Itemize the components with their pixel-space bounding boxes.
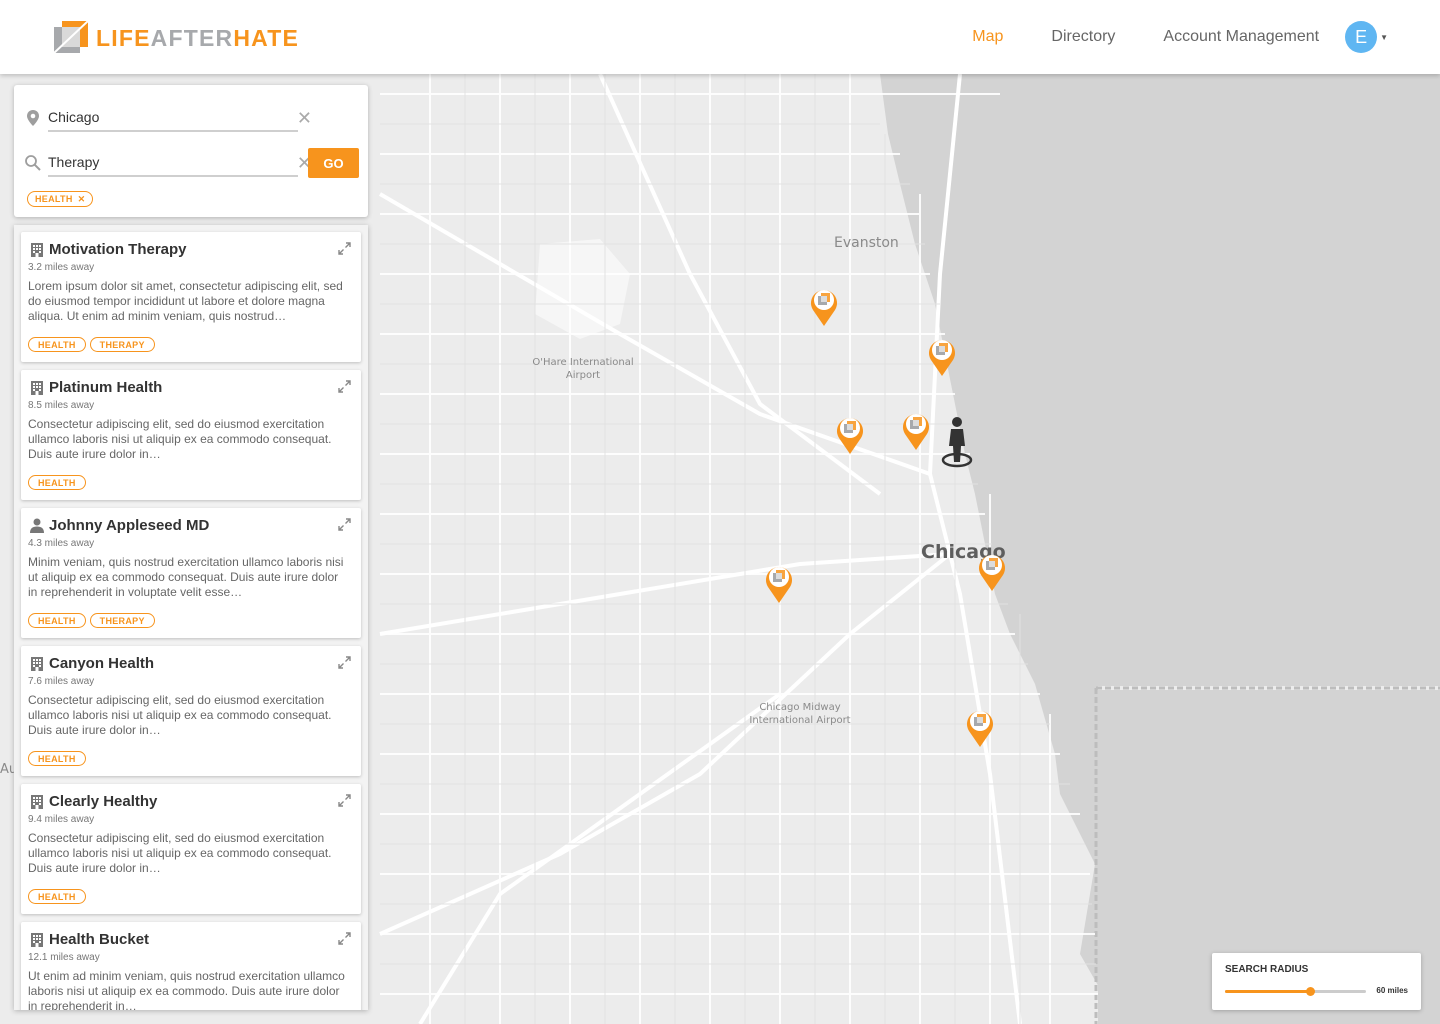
chevron-down-icon[interactable]: ▼ [1380, 33, 1388, 42]
result-tags: HEALTH [28, 475, 86, 490]
result-distance: 8.5 miles away [28, 400, 95, 411]
result-card[interactable]: Health Bucket 12.1 miles away Ut enim ad m… [21, 922, 361, 1010]
radius-value: 60 miles [1376, 986, 1408, 995]
result-tags: HEALTH [28, 751, 86, 766]
result-description: Minim veniam, quis nostrud exercitation … [28, 555, 344, 599]
radius-slider-track[interactable] [1225, 987, 1366, 996]
map-pin-icon[interactable] [809, 285, 839, 327]
result-distance: 9.4 miles away [28, 814, 95, 825]
brand-name: LIFEAFTERHATE [96, 25, 299, 52]
result-distance: 12.1 miles away [28, 952, 100, 963]
result-description: Consectetur adipiscing elit, sed do eius… [28, 831, 332, 875]
nav-link-account-management[interactable]: Account Management [1163, 28, 1319, 46]
tag-chip[interactable]: HEALTH [28, 613, 86, 628]
result-card[interactable]: Clearly Healthy 9.4 miles away Consectetur… [21, 784, 361, 914]
result-title[interactable]: Clearly Healthy [49, 793, 157, 810]
expand-icon[interactable] [338, 794, 351, 807]
search-radius-title: SEARCH RADIUS [1225, 964, 1309, 975]
result-title[interactable]: Motivation Therapy [49, 241, 187, 258]
nav-link-map[interactable]: Map [972, 28, 1003, 46]
building-icon [30, 794, 44, 809]
radius-slider-thumb[interactable] [1305, 987, 1315, 996]
user-location-person-icon [941, 417, 973, 468]
filter-chip-health[interactable]: HEALTH ✕ [27, 191, 94, 207]
search-radius-panel: SEARCH RADIUS 60 miles [1212, 953, 1421, 1010]
go-button[interactable]: GO [308, 148, 359, 178]
query-field: ✕ [24, 149, 312, 177]
expand-icon[interactable] [338, 656, 351, 669]
result-distance: 7.6 miles away [28, 676, 95, 687]
result-card[interactable]: Motivation Therapy 3.2 miles away Lorem ip… [21, 232, 361, 362]
building-icon [30, 380, 44, 395]
results-list[interactable]: Motivation Therapy 3.2 miles away Lorem ip… [14, 225, 368, 1010]
expand-icon[interactable] [338, 380, 351, 393]
clear-icon[interactable]: ✕ [297, 108, 312, 129]
tag-chip[interactable]: HEALTH [28, 475, 86, 490]
brand-part-life: LIFE [96, 24, 151, 51]
top-navbar: LIFEAFTERHATE Map Directory Account Mana… [0, 0, 1440, 74]
chip-remove-icon[interactable]: ✕ [78, 194, 86, 205]
tag-chip[interactable]: HEALTH [28, 889, 86, 904]
location-field: ✕ [24, 104, 312, 132]
map-label-midway: Chicago Midway International Airport [749, 702, 851, 726]
result-card[interactable]: Johnny Appleseed MD 4.3 miles away Minim v… [21, 508, 361, 638]
search-input[interactable] [48, 149, 298, 177]
building-icon [30, 242, 44, 257]
result-distance: 4.3 miles away [28, 538, 95, 549]
main-nav: Map Directory Account Management E ▼ [972, 0, 1440, 74]
expand-icon[interactable] [338, 518, 351, 531]
location-input[interactable] [48, 104, 298, 132]
map-pin-icon[interactable] [927, 335, 957, 377]
tag-chip[interactable]: HEALTH [28, 337, 86, 352]
tag-chip[interactable]: HEALTH [28, 751, 86, 766]
brand-part-after: AFTER [150, 24, 234, 51]
filter-chip-label: HEALTH [35, 194, 73, 204]
result-tags: HEALTH THERAPY [28, 337, 155, 352]
map-label-evanston: Evanston [834, 235, 899, 251]
result-title[interactable]: Johnny Appleseed MD [49, 517, 209, 534]
expand-icon[interactable] [338, 242, 351, 255]
search-icon [25, 155, 41, 171]
result-title[interactable]: Platinum Health [49, 379, 162, 396]
map-pin-icon[interactable] [764, 562, 794, 604]
building-icon [30, 932, 44, 947]
expand-icon[interactable] [338, 932, 351, 945]
brand-logo[interactable]: LIFEAFTERHATE [54, 20, 299, 56]
result-card[interactable]: Canyon Health 7.6 miles away Consectetur a… [21, 646, 361, 776]
brand-part-hate: HATE [233, 24, 300, 51]
result-tags: HEALTH THERAPY [28, 613, 155, 628]
result-title[interactable]: Health Bucket [49, 931, 149, 948]
nav-link-directory[interactable]: Directory [1051, 28, 1115, 46]
result-distance: 3.2 miles away [28, 262, 95, 273]
result-description: Consectetur adipiscing elit, sed do eius… [28, 417, 332, 461]
location-pin-icon [27, 110, 39, 126]
logo-mark-icon [54, 21, 88, 54]
result-description: Lorem ipsum dolor sit amet, consectetur … [28, 279, 343, 323]
result-tags: HEALTH [28, 889, 86, 904]
user-avatar[interactable]: E [1345, 21, 1378, 53]
tag-chip[interactable]: THERAPY [89, 613, 155, 628]
radius-slider-fill [1225, 990, 1310, 993]
search-panel: ✕ ✕ GO HEALTH ✕ [14, 85, 368, 217]
tag-chip[interactable]: THERAPY [89, 337, 155, 352]
map-pin-icon[interactable] [835, 413, 865, 455]
map-pin-icon[interactable] [977, 550, 1007, 592]
result-description: Consectetur adipiscing elit, sed do eius… [28, 693, 332, 737]
result-card[interactable]: Platinum Health 8.5 miles away Consectetur… [21, 370, 361, 500]
map-pin-icon[interactable] [965, 706, 995, 748]
result-description: Ut enim ad minim veniam, quis nostrud ex… [28, 969, 345, 1010]
result-title[interactable]: Canyon Health [49, 655, 154, 672]
map-pin-icon[interactable] [901, 409, 931, 451]
person-icon [30, 518, 44, 533]
map-label-ohare: O'Hare International Airport [532, 357, 634, 381]
building-icon [30, 656, 44, 671]
